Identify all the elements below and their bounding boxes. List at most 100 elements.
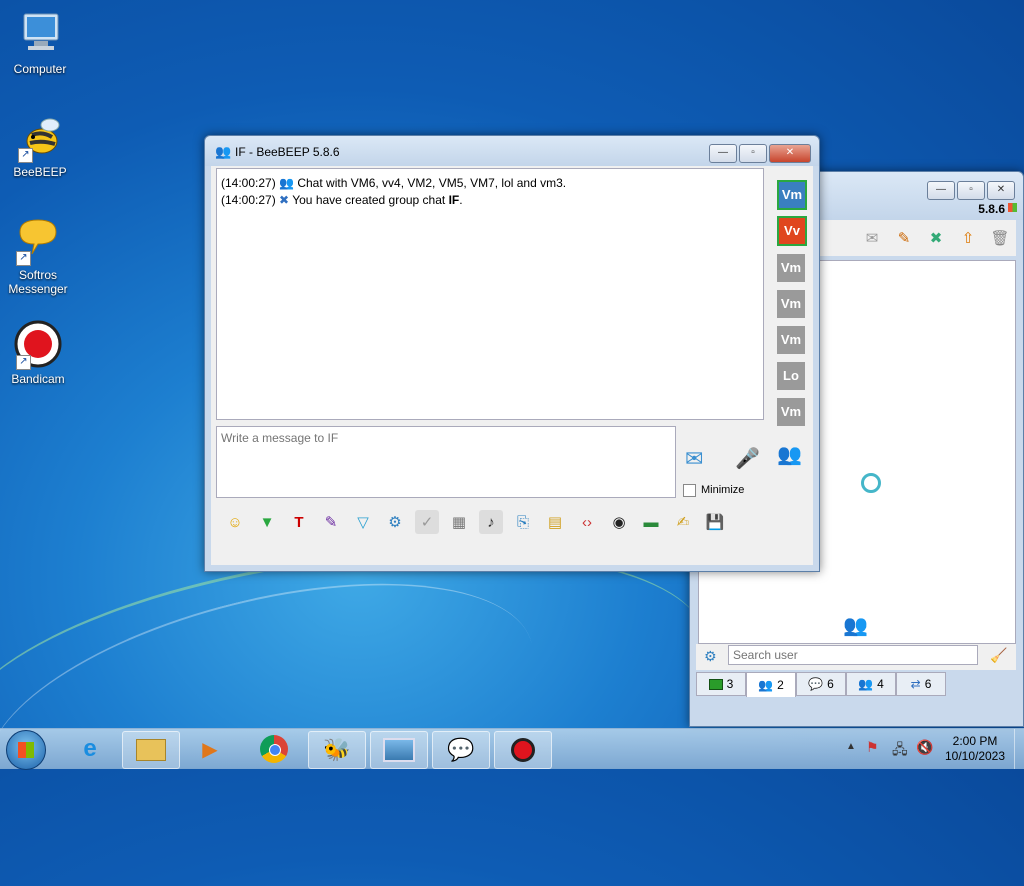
sound-icon[interactable]: ♪	[479, 510, 503, 534]
save-icon[interactable]: 💾	[703, 510, 727, 534]
action-center-icon[interactable]: ⚑	[866, 739, 879, 756]
desktop-icon-bandicam[interactable]: ↗ Bandicam	[0, 320, 76, 386]
taskbar-beebeep[interactable]: 🐝	[308, 731, 366, 769]
close-button[interactable]: ✕	[769, 144, 811, 163]
clock-time: 2:00 PM	[952, 734, 998, 748]
chat-toolbar: ☺ ▼ T ✎ ▽ ⚙ ✓ ▦ ♪ ⎘ ▤ ‹› ◉ ▬ ✍ 💾	[219, 506, 759, 538]
chat-message: (14:00:27) 👥 Chat with VM6, vv4, VM2, VM…	[221, 176, 567, 190]
media-player-icon: ▶	[202, 738, 218, 761]
notes-icon[interactable]: ✍	[671, 510, 695, 534]
taskbar-media-player[interactable]: ▶	[182, 731, 238, 767]
clear-search-icon[interactable]: 🧹	[990, 647, 1007, 664]
image-viewer-icon	[383, 738, 415, 762]
group-icon: 👥	[858, 677, 874, 691]
download-icon[interactable]: ▼	[255, 510, 279, 534]
ie-icon: e	[83, 735, 97, 762]
tab-computers[interactable]: 3	[696, 672, 746, 696]
shortcut-arrow-icon: ↗	[16, 355, 31, 370]
computer-icon	[16, 10, 64, 58]
microphone-icon[interactable]: 🎤	[735, 446, 760, 471]
record-icon: ↗	[14, 320, 62, 370]
desktop-icon-beebeep[interactable]: ↗ BeeBEEP	[2, 113, 78, 179]
taskbar-image-viewer[interactable]	[370, 731, 428, 769]
speech-bubble-icon: 💬	[447, 737, 475, 762]
loading-spinner-icon	[861, 473, 881, 493]
trash-icon[interactable]: 🗑	[988, 226, 1012, 250]
member-avatar[interactable]: Vm	[777, 398, 805, 426]
desktop-icon-label: BeeBEEP	[13, 165, 67, 179]
version-label: 5.8.6	[978, 202, 1005, 216]
taskbar: e ▶ 🐝 💬 ▲ ⚑ 🖧 🔇 2:00 PM 10/10/2023	[0, 728, 1024, 770]
font-icon[interactable]: T	[287, 510, 311, 534]
chat-history: (14:00:27) 👥 Chat with VM6, vv4, VM2, VM…	[216, 168, 764, 420]
users-icon: 👥	[758, 678, 774, 692]
terminal-icon[interactable]: ▬	[639, 510, 663, 534]
update-icon[interactable]: ⇧	[956, 226, 980, 250]
desktop-icon-computer[interactable]: Computer	[2, 10, 78, 76]
tab-users[interactable]: 👥 2	[746, 672, 796, 697]
tab-groups[interactable]: 👥 4	[846, 672, 896, 696]
bee-icon: 🐝	[323, 737, 351, 762]
screenshot-icon[interactable]: ◉	[607, 510, 631, 534]
minimize-checkbox[interactable]	[683, 484, 696, 497]
member-avatar[interactable]: Vm	[777, 290, 805, 318]
message-input[interactable]	[216, 426, 676, 498]
show-hidden-icons-icon[interactable]: ▲	[846, 741, 856, 752]
start-button[interactable]	[6, 730, 46, 770]
folder-icon	[136, 739, 166, 761]
taskbar-ie[interactable]: e	[62, 731, 118, 767]
edit-icon[interactable]: ✎	[892, 226, 916, 250]
users-icon: 👥	[279, 176, 294, 190]
clock-date: 10/10/2023	[944, 749, 1006, 763]
taskbar-explorer[interactable]	[122, 731, 180, 769]
monitor-icon	[708, 678, 723, 690]
desktop-icon-label: Softros Messenger	[8, 268, 68, 296]
taskbar-bandicam[interactable]	[494, 731, 552, 769]
filter-icon[interactable]: ▽	[351, 510, 375, 534]
member-avatar[interactable]: Lo	[777, 362, 805, 390]
edit-group-icon[interactable]: 👥	[777, 442, 802, 467]
chat-icon: 💬	[808, 677, 824, 691]
settings-icon[interactable]: ⚙	[383, 510, 407, 534]
compact-view-icon[interactable]: ▦	[447, 510, 471, 534]
tools-icon[interactable]: ✖	[924, 226, 948, 250]
member-list: Vm Vv Vm Vm Vm Lo Vm 👥	[771, 168, 811, 498]
settings-icon[interactable]: ⚙	[704, 648, 717, 665]
minimize-button[interactable]: —	[927, 181, 955, 200]
share-icon: ⇄	[910, 677, 921, 691]
network-icon[interactable]: 🖧	[892, 739, 908, 763]
member-avatar[interactable]: Vv	[777, 216, 807, 246]
volume-muted-icon[interactable]: 🔇	[916, 739, 933, 756]
taskbar-softros[interactable]: 💬	[432, 731, 490, 769]
minimize-label: Minimize	[701, 484, 745, 496]
tools-icon: ✖	[279, 193, 290, 207]
member-avatar[interactable]: Vm	[777, 326, 805, 354]
spellcheck-icon[interactable]: ✓	[415, 510, 439, 534]
bee-icon: ↗	[16, 113, 64, 163]
close-button[interactable]: ✕	[987, 181, 1015, 200]
send-folder-icon[interactable]: ▤	[543, 510, 567, 534]
show-desktop-button[interactable]	[1014, 729, 1024, 769]
html-icon[interactable]: ‹›	[575, 510, 599, 534]
tab-chats[interactable]: 💬 6	[796, 672, 846, 696]
send-icon[interactable]: ✉	[685, 446, 703, 472]
maximize-button[interactable]: ▫	[739, 144, 767, 163]
windows-logo-icon	[18, 742, 34, 758]
clock[interactable]: 2:00 PM 10/10/2023	[942, 734, 1008, 764]
emoticon-icon[interactable]: ☺	[223, 510, 247, 534]
minimize-button[interactable]: —	[709, 144, 737, 163]
tab-shares[interactable]: ⇄ 6	[896, 672, 946, 696]
maximize-button[interactable]: ▫	[957, 181, 985, 200]
member-avatar[interactable]: Vm	[777, 180, 807, 210]
chat-window: 👥 IF - BeeBEEP 5.8.6 — ▫ ✕ (14:00:27) 👥 …	[204, 135, 820, 572]
desktop-icon-label: Computer	[13, 62, 67, 76]
search-user-input[interactable]	[728, 645, 978, 665]
mail-icon[interactable]: ✉	[860, 226, 884, 250]
desktop-icon-softros[interactable]: ↗ Softros Messenger	[0, 216, 76, 296]
color-icon[interactable]: ✎	[319, 510, 343, 534]
send-file-icon[interactable]: ⎘	[511, 510, 535, 534]
shortcut-arrow-icon: ↗	[16, 251, 31, 266]
group-chat-icon: 👥	[215, 144, 232, 159]
member-avatar[interactable]: Vm	[777, 254, 805, 282]
taskbar-chrome[interactable]	[246, 731, 302, 767]
